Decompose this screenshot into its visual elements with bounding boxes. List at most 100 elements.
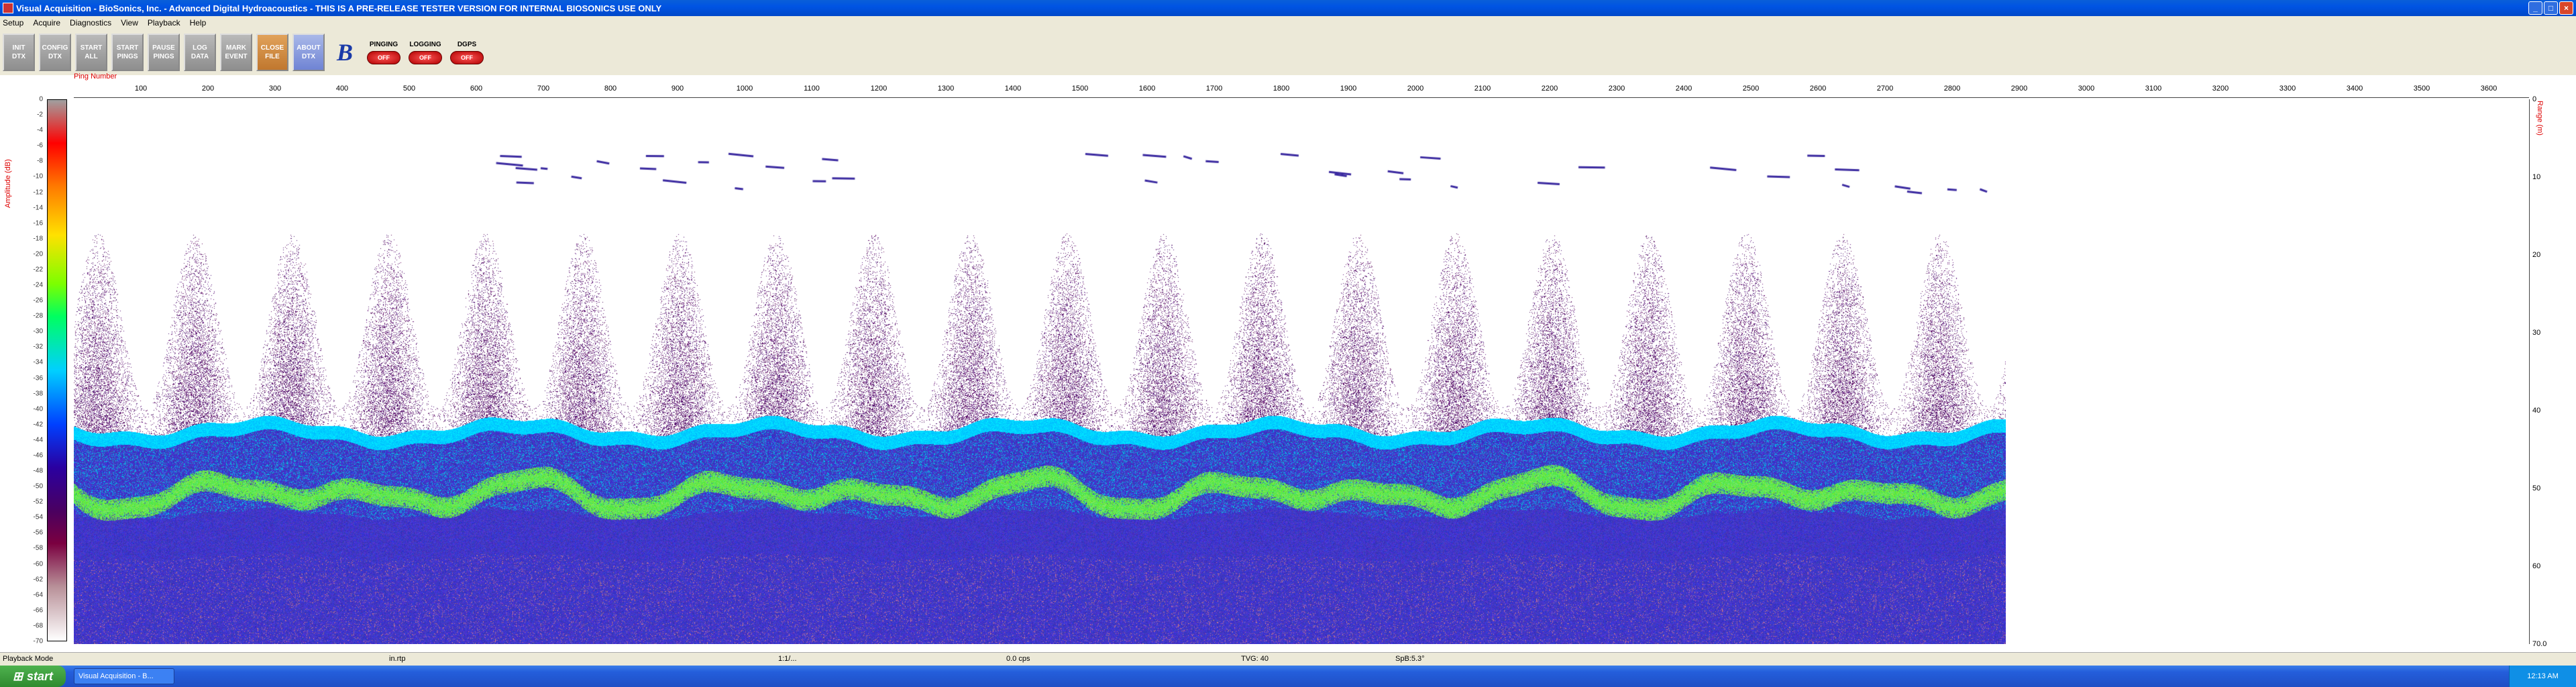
amplitude-tick-label: -34 bbox=[33, 358, 43, 366]
x-tick-label: 2600 bbox=[1809, 85, 1827, 93]
log-data-button[interactable]: LOG DATA bbox=[184, 34, 216, 71]
amplitude-tick-label: -62 bbox=[33, 576, 43, 584]
range-tick-label: 20 bbox=[2532, 251, 2541, 259]
close-button[interactable]: × bbox=[2559, 1, 2573, 15]
x-tick-label: 1200 bbox=[870, 85, 888, 93]
amplitude-tick-label: 0 bbox=[39, 95, 43, 103]
init-dtx-button[interactable]: INIT DTX bbox=[3, 34, 35, 71]
amplitude-tick-label: -2 bbox=[37, 111, 43, 119]
range-axis: 0 10 20 30 40 50 60 70.0 bbox=[2529, 95, 2556, 648]
x-tick-label: 400 bbox=[335, 85, 349, 93]
amplitude-tick-label: -18 bbox=[33, 235, 43, 243]
menu-help[interactable]: Help bbox=[190, 18, 207, 28]
amplitude-tick-label: -68 bbox=[33, 622, 43, 630]
start-pings-button[interactable]: START PINGS bbox=[111, 34, 144, 71]
menu-diagnostics[interactable]: Diagnostics bbox=[70, 18, 111, 28]
status-beam: SpB:5.3° bbox=[1395, 655, 1425, 663]
menu-setup[interactable]: Setup bbox=[3, 18, 23, 28]
amplitude-tick-label: -6 bbox=[37, 142, 43, 150]
close-file-button[interactable]: CLOSE FILE bbox=[256, 34, 288, 71]
status-bar: Playback Mode in.rtp 1:1/... 0.0 cps TVG… bbox=[0, 652, 2576, 666]
x-tick-label: 3600 bbox=[2480, 85, 2498, 93]
amplitude-tick-label: -66 bbox=[33, 606, 43, 615]
start-button[interactable]: ⊞ start bbox=[0, 666, 66, 687]
x-tick-label: 3000 bbox=[2078, 85, 2095, 93]
system-tray: 12:13 AM bbox=[2509, 666, 2576, 687]
x-tick-label: 1700 bbox=[1205, 85, 1223, 93]
range-tick-label: 40 bbox=[2532, 407, 2541, 415]
range-tick-label: 0 bbox=[2532, 95, 2537, 103]
amplitude-tick-label: -30 bbox=[33, 327, 43, 335]
dgps-label: DGPS bbox=[457, 40, 477, 48]
minimize-button[interactable]: _ bbox=[2528, 1, 2542, 15]
status-mode: Playback Mode bbox=[3, 655, 54, 663]
status-rate: 0.0 cps bbox=[1006, 655, 1030, 663]
x-tick-label: 800 bbox=[604, 85, 617, 93]
amplitude-tick-label: -44 bbox=[33, 436, 43, 444]
amplitude-tick-label: -14 bbox=[33, 204, 43, 212]
amplitude-tick-label: -52 bbox=[33, 498, 43, 506]
x-tick-label: 2200 bbox=[1541, 85, 1558, 93]
x-tick-label: 1400 bbox=[1004, 85, 1022, 93]
menu-playback[interactable]: Playback bbox=[148, 18, 180, 28]
amplitude-tick-label: -40 bbox=[33, 405, 43, 413]
amplitude-colorbar bbox=[47, 99, 67, 641]
range-tick-label: 60 bbox=[2532, 562, 2541, 570]
amplitude-tick-label: -58 bbox=[33, 544, 43, 552]
amplitude-tick-label: -26 bbox=[33, 297, 43, 305]
menu-view[interactable]: View bbox=[121, 18, 138, 28]
ping-number-ruler: 100 200 300 400 500 600 700 800 900 1000 1100 1200 1… bbox=[74, 82, 2529, 98]
x-tick-label: 3200 bbox=[2212, 85, 2229, 93]
x-tick-label: 3100 bbox=[2145, 85, 2162, 93]
pause-pings-button[interactable]: PAUSE PINGS bbox=[148, 34, 180, 71]
x-tick-label: 2400 bbox=[1675, 85, 1693, 93]
x-tick-label: 100 bbox=[134, 85, 148, 93]
clock: 12:13 AM bbox=[2527, 672, 2559, 680]
range-tick-label: 10 bbox=[2532, 173, 2541, 181]
taskbar: ⊞ start Visual Acquisition - B... 12:13 … bbox=[0, 666, 2576, 687]
pinging-indicator[interactable]: PINGING OFF bbox=[365, 34, 402, 71]
amplitude-tick-label: -48 bbox=[33, 467, 43, 475]
amplitude-tick-label: -20 bbox=[33, 250, 43, 258]
about-dtx-button[interactable]: ABOUT DTX bbox=[292, 34, 325, 71]
biosonics-logo: B bbox=[336, 39, 353, 66]
maximize-button[interactable]: □ bbox=[2544, 1, 2558, 15]
amplitude-tick-label: -28 bbox=[33, 312, 43, 320]
x-tick-label: 1300 bbox=[937, 85, 955, 93]
amplitude-tick-label: -64 bbox=[33, 591, 43, 599]
dgps-indicator[interactable]: DGPS OFF bbox=[448, 34, 486, 71]
x-tick-label: 1800 bbox=[1273, 85, 1290, 93]
amplitude-tick-label: -50 bbox=[33, 482, 43, 490]
echogram-canvas[interactable] bbox=[74, 99, 2006, 644]
x-tick-label: 3500 bbox=[2413, 85, 2430, 93]
x-tick-label: 200 bbox=[201, 85, 215, 93]
logging-label: LOGGING bbox=[409, 40, 441, 48]
amplitude-tick-label: -32 bbox=[33, 343, 43, 351]
x-tick-label: 2300 bbox=[1608, 85, 1625, 93]
pinging-state: OFF bbox=[367, 50, 400, 64]
amplitude-tick-label: -8 bbox=[37, 157, 43, 165]
taskbar-item-visual-acquisition[interactable]: Visual Acquisition - B... bbox=[74, 668, 174, 684]
x-tick-label: 900 bbox=[671, 85, 684, 93]
pinging-label: PINGING bbox=[369, 40, 398, 48]
mark-event-button[interactable]: MARK EVENT bbox=[220, 34, 252, 71]
x-tick-label: 1500 bbox=[1071, 85, 1089, 93]
amplitude-tick-label: -70 bbox=[33, 637, 43, 645]
menu-acquire[interactable]: Acquire bbox=[33, 18, 60, 28]
x-tick-label: 2800 bbox=[1943, 85, 1961, 93]
amplitude-tick-label: -4 bbox=[37, 126, 43, 134]
taskbar-item-label: Visual Acquisition - B... bbox=[78, 672, 154, 680]
amplitude-tick-label: -60 bbox=[33, 560, 43, 568]
x-tick-label: 2700 bbox=[1876, 85, 1894, 93]
app-icon bbox=[3, 3, 13, 13]
logging-state: OFF bbox=[409, 50, 442, 64]
x-tick-label: 2500 bbox=[1742, 85, 1760, 93]
start-all-button[interactable]: START ALL bbox=[75, 34, 107, 71]
amplitude-tick-label: -46 bbox=[33, 452, 43, 460]
status-file: in.rtp bbox=[389, 655, 406, 663]
logging-indicator[interactable]: LOGGING OFF bbox=[407, 34, 444, 71]
config-dtx-button[interactable]: CONFIG DTX bbox=[39, 34, 71, 71]
range-tick-label: 30 bbox=[2532, 329, 2541, 337]
x-tick-label: 2100 bbox=[1474, 85, 1491, 93]
range-tick-label: 70.0 bbox=[2532, 640, 2547, 648]
